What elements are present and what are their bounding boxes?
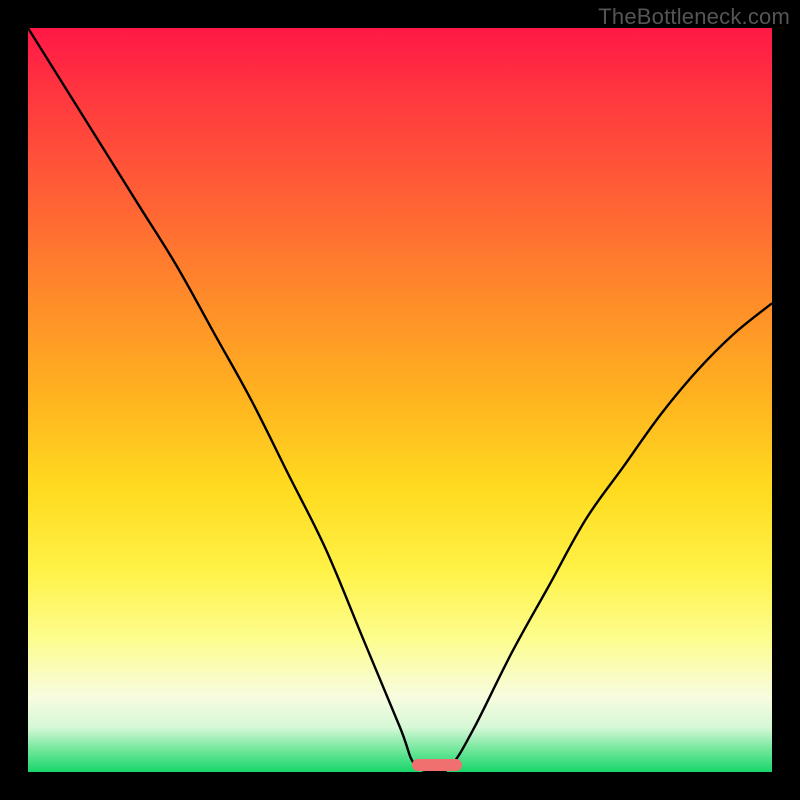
curve-svg [28, 28, 772, 772]
optimal-marker [412, 759, 462, 771]
bottleneck-curve [28, 28, 772, 772]
plot-area [28, 28, 772, 772]
chart-frame: TheBottleneck.com [0, 0, 800, 800]
watermark-text: TheBottleneck.com [598, 4, 790, 30]
